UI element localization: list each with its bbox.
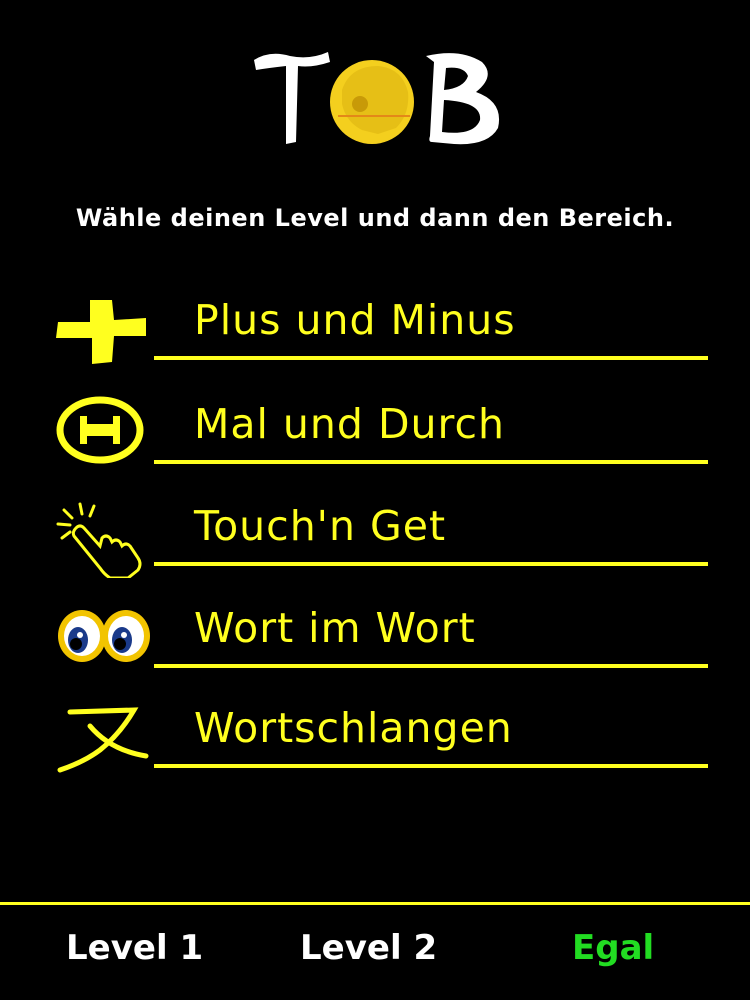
menu-item-label: Wort im Wort: [194, 604, 476, 652]
underline: [154, 460, 708, 464]
level-2-button[interactable]: Level 2: [300, 928, 437, 968]
menu-item-label: Plus und Minus: [194, 296, 516, 344]
instruction-text: Wähle deinen Level und dann den Bereich.: [75, 204, 675, 232]
underline: [154, 356, 708, 360]
underline: [154, 664, 708, 668]
underline: [154, 764, 708, 768]
menu-item-touchn-get[interactable]: Touch'n Get: [50, 498, 710, 588]
level-1-button[interactable]: Level 1: [66, 928, 203, 968]
menu-item-label: Mal und Durch: [194, 400, 505, 448]
menu-item-plus-minus[interactable]: Plus und Minus: [50, 292, 710, 382]
menu-item-wortschlangen[interactable]: Wortschlangen: [50, 700, 710, 790]
kanji-icon: [50, 700, 154, 780]
menu-item-label: Touch'n Get: [194, 502, 447, 550]
plus-icon: [50, 292, 154, 372]
underline: [154, 562, 708, 566]
theta-icon: [50, 396, 154, 476]
menu-item-mal-durch[interactable]: Mal und Durch: [50, 396, 710, 486]
menu-item-label: Wortschlangen: [194, 704, 513, 752]
tap-hand-icon: [50, 498, 154, 578]
logo-graphic: [254, 52, 500, 145]
tob-logo: [250, 42, 510, 157]
level-egal-button[interactable]: Egal: [572, 928, 654, 968]
bottom-divider: [0, 902, 750, 905]
menu-item-wort-im-wort[interactable]: Wort im Wort: [50, 600, 710, 690]
eyes-icon: [50, 600, 154, 680]
